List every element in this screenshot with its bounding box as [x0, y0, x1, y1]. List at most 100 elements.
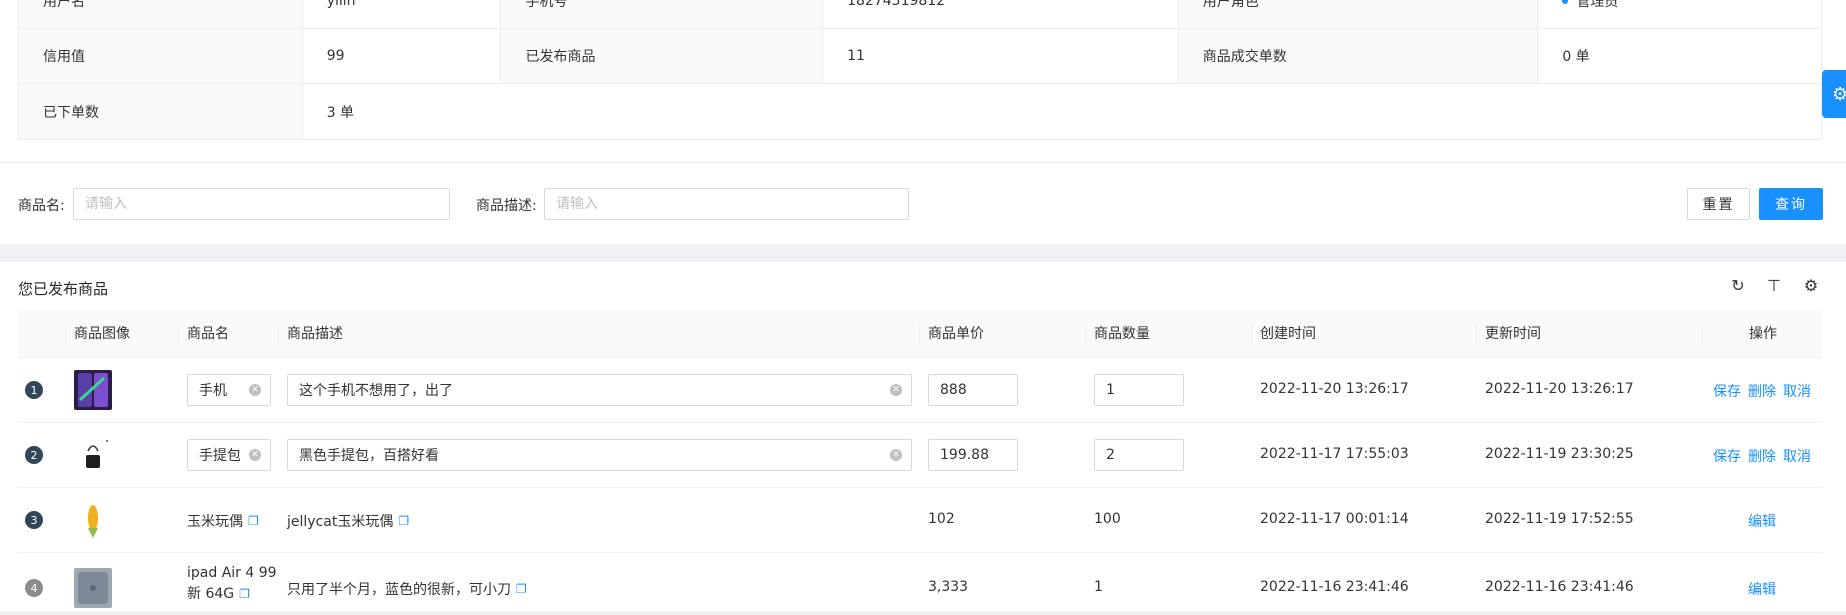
row-actions: 保存 删除 取消	[1713, 446, 1818, 466]
phone-value: 18274519812	[823, 0, 1179, 28]
query-button[interactable]: 查询	[1759, 188, 1823, 220]
product-image	[74, 500, 112, 540]
updated-time: 2022-11-19 17:52:55	[1485, 511, 1634, 527]
desc-edit-wrap: ✕	[287, 374, 912, 406]
product-list-card: 您已发布商品 ↻ ⊤ ⚙ 商品图像 商品名 商品描述 商品单价 商品数量 创建时…	[0, 262, 1846, 611]
col-actions: 操作	[1749, 326, 1777, 342]
edit-link[interactable]: 编辑	[1748, 579, 1776, 599]
cancel-link[interactable]: 取消	[1783, 446, 1811, 466]
gear-icon: ⚙	[1832, 84, 1846, 105]
product-price: 3,333	[928, 579, 969, 595]
product-price: 102	[928, 511, 955, 527]
qty-edit-wrap	[1094, 439, 1184, 471]
table-row: 4 ipad Air 4 99 新 64G ❐ 只用了半个月，蓝色的很新，可小刀 ❐…	[18, 553, 1822, 615]
desc-filter-input[interactable]	[544, 188, 909, 220]
updated-time: 2022-11-19 23:30:25	[1485, 446, 1634, 462]
clear-icon[interactable]: ✕	[249, 384, 261, 396]
product-image	[74, 568, 112, 608]
copy-icon[interactable]: ❐	[248, 514, 259, 528]
created-time: 2022-11-16 23:41:46	[1260, 579, 1409, 595]
qty-edit-input[interactable]	[1094, 374, 1184, 406]
delete-link[interactable]: 删除	[1748, 381, 1776, 401]
handbag-thumbnail	[74, 435, 112, 475]
col-qty: 商品数量	[1094, 326, 1150, 342]
name-filter-label: 商品名:	[18, 198, 65, 214]
copy-icon[interactable]: ❐	[398, 514, 409, 528]
reload-icon[interactable]: ↻	[1728, 276, 1748, 296]
price-edit-input[interactable]	[928, 374, 1018, 406]
desc-edit-wrap: ✕	[287, 439, 912, 471]
table-row: 1 ✕ ✕ 2022-11-20 13:26:17 2022-11-20 13:…	[18, 358, 1822, 423]
user-descriptions: 用户名 yilin 手机号 18274519812 用户角色 管理员 信用值 9…	[18, 0, 1822, 140]
credit-value: 99	[303, 29, 502, 83]
corn-toy-thumbnail	[74, 500, 112, 540]
save-link[interactable]: 保存	[1713, 381, 1741, 401]
copy-icon[interactable]: ❐	[239, 587, 250, 601]
desc-row-2: 信用值 99 已发布商品 11 商品成交单数 0 单	[19, 29, 1821, 84]
created-time: 2022-11-17 00:01:14	[1260, 511, 1409, 527]
clear-icon[interactable]: ✕	[249, 449, 261, 461]
product-image	[74, 435, 112, 475]
phone-label: 手机号	[501, 0, 824, 28]
product-image	[74, 370, 112, 410]
header-separator	[1702, 324, 1703, 344]
product-name: ipad Air 4 99 新 64G ❐	[187, 565, 277, 602]
col-name: 商品名	[187, 326, 229, 342]
ipad-thumbnail	[74, 568, 112, 608]
updated-time: 2022-11-20 13:26:17	[1485, 381, 1634, 397]
desc-filter-label: 商品描述:	[476, 198, 537, 214]
qty-edit-wrap	[1094, 374, 1184, 406]
desc-edit-input[interactable]	[287, 374, 912, 406]
list-title: 您已发布商品	[18, 280, 109, 298]
orders-value: 3 单	[326, 104, 355, 121]
name-edit-wrap: ✕	[187, 374, 271, 406]
row-index-badge: 4	[25, 579, 43, 597]
qty-edit-input[interactable]	[1094, 439, 1184, 471]
edit-link[interactable]: 编辑	[1748, 511, 1776, 531]
table-row: 3 玉米玩偶 ❐ jellycat玉米玩偶 ❐ 102 100 2022-11-17…	[18, 488, 1822, 553]
col-created: 创建时间	[1260, 326, 1316, 342]
cancel-link[interactable]: 取消	[1783, 381, 1811, 401]
created-time: 2022-11-17 17:55:03	[1260, 446, 1409, 462]
search-filter: 商品名: 商品描述: 重置 查询	[0, 163, 1846, 244]
copy-icon[interactable]: ❐	[516, 582, 527, 596]
product-name: 玉米玩偶 ❐	[187, 514, 259, 530]
header-separator	[1085, 324, 1086, 344]
credit-label: 信用值	[19, 29, 303, 83]
save-link[interactable]: 保存	[1713, 446, 1741, 466]
user-info-panel: 用户名 yilin 手机号 18274519812 用户角色 管理员 信用值 9…	[0, 0, 1846, 244]
role-value: 管理员	[1538, 0, 1821, 28]
clear-icon[interactable]: ✕	[890, 449, 902, 461]
phone-thumbnail	[74, 370, 112, 410]
reset-button[interactable]: 重置	[1687, 188, 1750, 220]
product-desc: jellycat玉米玩偶 ❐	[287, 514, 410, 530]
header-separator	[178, 324, 179, 344]
updated-time: 2022-11-16 23:41:46	[1485, 579, 1634, 595]
col-updated: 更新时间	[1485, 326, 1541, 342]
delete-link[interactable]: 删除	[1748, 446, 1776, 466]
row-actions: 编辑	[1748, 579, 1783, 599]
desc-edit-input[interactable]	[287, 439, 912, 471]
col-image: 商品图像	[74, 326, 130, 342]
column-settings-icon[interactable]: ⚙	[1801, 276, 1821, 296]
row-index-badge: 1	[25, 381, 43, 399]
header-separator	[919, 324, 920, 344]
header-separator	[1476, 324, 1477, 344]
status-dot-icon	[1562, 0, 1569, 4]
table-header: 商品图像 商品名 商品描述 商品单价 商品数量 创建时间 更新时间 操作	[18, 310, 1822, 358]
name-filter-input[interactable]	[73, 188, 450, 220]
row-index-badge: 3	[25, 511, 43, 529]
settings-drawer-tab[interactable]: ⚙	[1822, 70, 1846, 118]
username-value: yilin	[303, 0, 502, 28]
deals-label: 商品成交单数	[1178, 29, 1539, 83]
price-edit-wrap	[928, 374, 1018, 406]
density-icon[interactable]: ⊤	[1764, 276, 1784, 296]
clear-icon[interactable]: ✕	[890, 384, 902, 396]
published-label: 已发布商品	[501, 29, 824, 83]
header-separator	[278, 324, 279, 344]
product-desc: 只用了半个月，蓝色的很新，可小刀 ❐	[287, 582, 527, 598]
price-edit-input[interactable]	[928, 439, 1018, 471]
row-index-badge: 2	[25, 446, 43, 464]
deals-value: 0 单	[1562, 49, 1590, 65]
orders-label: 已下单数	[19, 84, 303, 139]
